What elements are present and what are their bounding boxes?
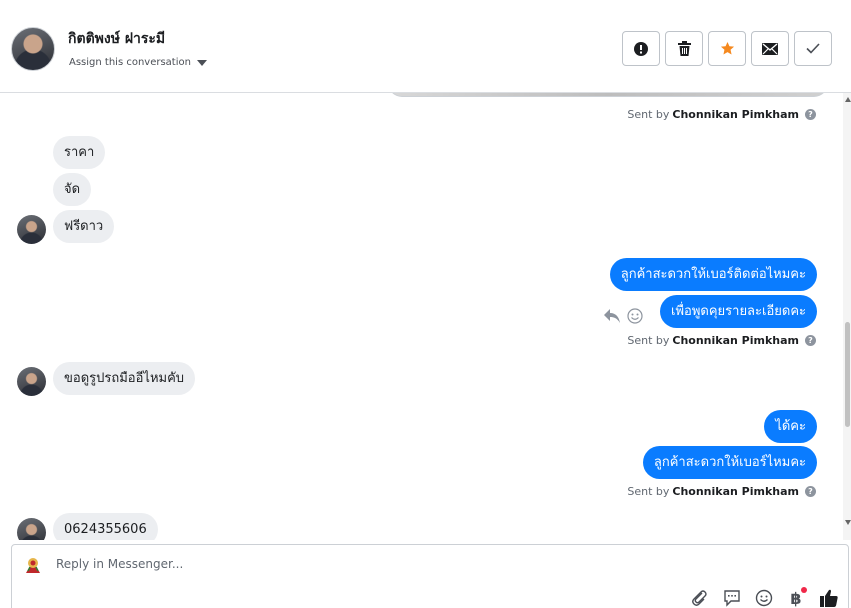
sent-by-note: Sent by Chonnikan Pimkham ? — [627, 108, 816, 121]
outgoing-message[interactable]: เพื่อพูดคุยรายละเอียดคะ — [660, 295, 817, 328]
assign-label: Assign this conversation — [69, 57, 191, 68]
scroll-up-arrow-icon[interactable] — [845, 97, 851, 102]
baht-icon[interactable]: ฿ — [785, 587, 807, 608]
sender-name: Chonnikan Pimkham — [672, 485, 799, 498]
contact-avatar-small — [17, 367, 46, 396]
notification-dot — [801, 587, 807, 593]
assign-conversation-dropdown[interactable]: Assign this conversation — [69, 57, 207, 68]
delete-button[interactable] — [665, 31, 703, 66]
outgoing-message[interactable]: ได้คะ — [764, 410, 817, 443]
saved-reply-icon[interactable] — [721, 587, 743, 608]
envelope-icon — [762, 42, 778, 55]
conversation-header: กิตติพงษ์ ฝาระมี Assign this conversatio… — [0, 0, 851, 93]
scrollbar-track[interactable] — [843, 93, 851, 540]
image-attachment[interactable] — [388, 93, 828, 97]
star-icon — [720, 41, 734, 55]
incoming-message[interactable]: ฟรีดาว — [53, 210, 115, 243]
reply-composer: ฿ — [11, 544, 849, 608]
like-icon[interactable] — [818, 587, 840, 608]
paperclip-icon[interactable] — [688, 587, 710, 608]
help-icon[interactable]: ? — [805, 486, 816, 497]
contact-avatar[interactable] — [11, 27, 55, 71]
sent-by-note: Sent by Chonnikan Pimkham ? — [627, 334, 816, 347]
mark-spam-button[interactable] — [622, 31, 660, 66]
sender-name: Chonnikan Pimkham — [672, 334, 799, 347]
sender-name: Chonnikan Pimkham — [672, 108, 799, 121]
incoming-message[interactable]: 0624355606 — [53, 513, 158, 540]
help-icon[interactable]: ? — [805, 335, 816, 346]
emoji-icon[interactable] — [753, 587, 775, 608]
scroll-down-arrow-icon[interactable] — [845, 520, 851, 525]
alert-icon — [634, 41, 648, 56]
help-icon[interactable]: ? — [805, 109, 816, 120]
contact-name[interactable]: กิตติพงษ์ ฝาระมี — [68, 28, 165, 50]
message-thread[interactable]: Sent by Chonnikan Pimkham ? ราคา จัด ฟรี… — [0, 93, 851, 540]
message-actions — [603, 308, 643, 324]
reply-input[interactable] — [56, 557, 656, 571]
page-avatar — [21, 553, 45, 577]
outgoing-message[interactable]: ลูกค้าสะดวกให้เบอร์ไหมคะ — [642, 446, 817, 479]
scrollbar-thumb[interactable] — [845, 322, 850, 427]
mark-unread-button[interactable] — [751, 31, 789, 66]
incoming-message[interactable]: จัด — [53, 173, 92, 206]
baht-symbol: ฿ — [790, 588, 802, 608]
star-button[interactable] — [708, 31, 746, 66]
react-emoji-icon[interactable] — [627, 308, 643, 324]
incoming-message[interactable]: ขอดูรูปรถมืออีไหมคับ — [53, 362, 196, 395]
caret-down-icon — [196, 59, 207, 66]
sent-by-note: Sent by Chonnikan Pimkham ? — [627, 485, 816, 498]
mark-done-button[interactable] — [794, 31, 832, 66]
contact-avatar-small — [17, 518, 46, 540]
reply-icon[interactable] — [603, 308, 621, 324]
check-icon — [806, 43, 820, 54]
trash-icon — [677, 41, 691, 56]
outgoing-message[interactable]: ลูกค้าสะดวกให้เบอร์ติดต่อไหมคะ — [609, 258, 817, 291]
incoming-message[interactable]: ราคา — [53, 136, 106, 169]
contact-avatar-small — [17, 215, 46, 244]
